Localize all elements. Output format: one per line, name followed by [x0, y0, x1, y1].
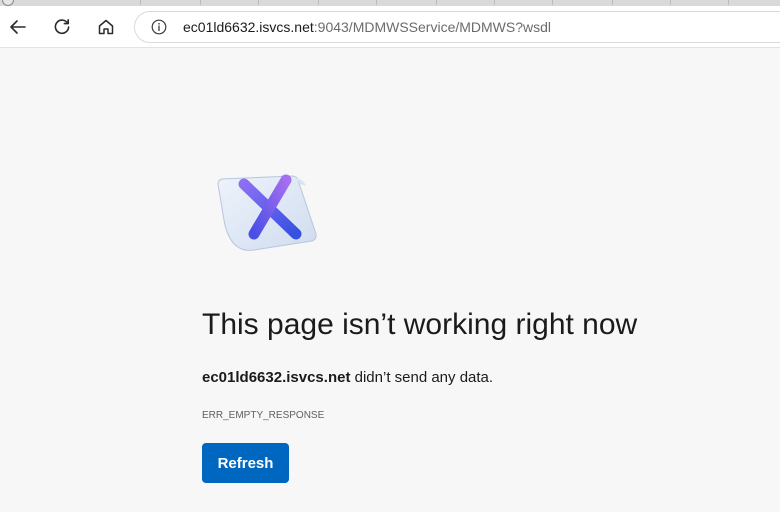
tab-separator: [728, 0, 729, 5]
browser-toolbar: ec01ld6632.isvcs.net:9043/MDMWSService/M…: [0, 6, 780, 48]
refresh-icon: [54, 19, 70, 35]
url-path: :9043/MDMWSService/MDMWS?wsdl: [313, 19, 552, 35]
error-code: ERR_EMPTY_RESPONSE: [202, 410, 325, 421]
tab-separator: [612, 0, 613, 5]
refresh-button[interactable]: Refresh: [202, 443, 289, 483]
info-icon[interactable]: [151, 19, 167, 35]
url-text[interactable]: ec01ld6632.isvcs.net:9043/MDMWSService/M…: [183, 19, 551, 36]
tab-separator: [140, 0, 141, 5]
tab-separator: [200, 0, 201, 5]
error-x-page-icon: [217, 174, 317, 251]
tab-separator: [436, 0, 437, 5]
address-bar[interactable]: ec01ld6632.isvcs.net:9043/MDMWSService/M…: [134, 11, 780, 43]
arrow-left-icon: [10, 20, 26, 34]
url-host: ec01ld6632.isvcs.net: [183, 19, 314, 35]
reload-button[interactable]: [46, 11, 78, 43]
home-button[interactable]: [90, 11, 122, 43]
tab-separator: [552, 0, 553, 5]
home-icon: [98, 19, 114, 35]
tab-separator: [258, 0, 259, 5]
tab-separator: [318, 0, 319, 5]
error-title: This page isn’t working right now: [202, 308, 638, 341]
error-host: ec01ld6632.isvcs.net: [202, 369, 351, 386]
tab-separator: [376, 0, 377, 5]
back-button[interactable]: [2, 11, 34, 43]
page-content: [0, 48, 780, 512]
error-message: ec01ld6632.isvcs.net didn’t send any dat…: [202, 368, 493, 388]
tab-separator: [670, 0, 671, 5]
error-message-text: didn’t send any data.: [350, 369, 494, 386]
tab-separator: [494, 0, 495, 5]
